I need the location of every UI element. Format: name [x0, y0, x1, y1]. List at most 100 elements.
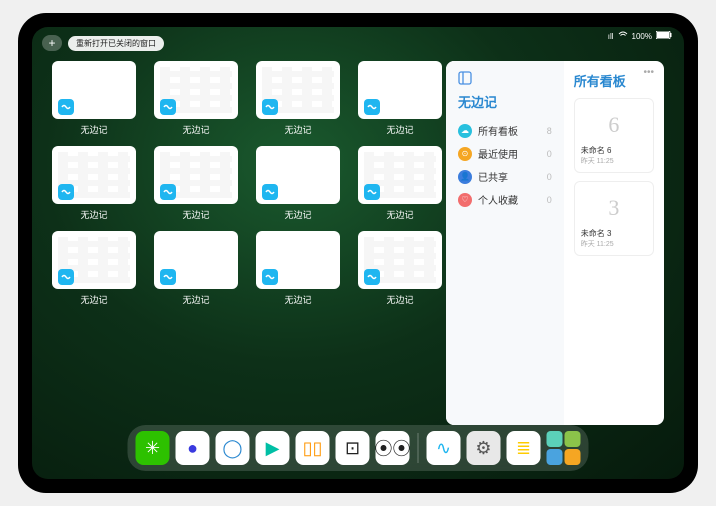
sidebar-item[interactable]: ♡个人收藏0: [458, 188, 552, 211]
window-thumb[interactable]: 无边记: [256, 61, 340, 136]
window-preview[interactable]: [154, 61, 238, 119]
dock-app-nodes[interactable]: ⦿⦿: [376, 431, 410, 465]
window-thumb[interactable]: 无边记: [256, 146, 340, 221]
board-name: 未命名 3: [581, 228, 647, 239]
dock-separator: [418, 433, 419, 463]
window-thumb[interactable]: 无边记: [358, 146, 442, 221]
board-card[interactable]: 6未命名 6昨天 11:25: [574, 98, 654, 173]
board-preview: 3: [581, 188, 647, 228]
window-thumb[interactable]: 无边记: [358, 61, 442, 136]
window-label: 无边记: [256, 208, 340, 221]
window-preview[interactable]: [256, 61, 340, 119]
sidebar-item-icon: 👤: [458, 170, 472, 184]
battery-text: 100%: [632, 32, 652, 41]
dock-app-quark[interactable]: ●: [176, 431, 210, 465]
wifi-icon: [618, 31, 628, 41]
window-label: 无边记: [358, 208, 442, 221]
freeform-app-icon: [364, 269, 380, 285]
reopen-closed-button[interactable]: 重新打开已关闭的窗口: [68, 36, 164, 51]
sidebar-item[interactable]: 👤已共享0: [458, 165, 552, 188]
dock-app-settings[interactable]: ⚙: [467, 431, 501, 465]
window-preview[interactable]: [52, 231, 136, 289]
dock-app-dice[interactable]: ⊡: [336, 431, 370, 465]
app-panel[interactable]: ••• 无边记 ☁︎所有看板8⊙最近使用0👤已共享0♡个人收藏0 所有看板 6未…: [446, 61, 664, 425]
window-thumb[interactable]: 无边记: [52, 146, 136, 221]
window-thumb[interactable]: 无边记: [52, 231, 136, 306]
window-preview[interactable]: [358, 146, 442, 204]
sidebar-item-count: 8: [547, 126, 552, 136]
panel-left: 无边记 ☁︎所有看板8⊙最近使用0👤已共享0♡个人收藏0: [446, 61, 564, 425]
window-label: 无边记: [154, 123, 238, 136]
dock-app-notes[interactable]: ≣: [507, 431, 541, 465]
window-preview[interactable]: [52, 61, 136, 119]
window-thumb[interactable]: 无边记: [154, 61, 238, 136]
boards-list: 6未命名 6昨天 11:253未命名 3昨天 11:25: [574, 98, 654, 256]
top-buttons: + 重新打开已关闭的窗口: [42, 35, 164, 51]
sidebar-item-label: 最近使用: [478, 146, 518, 161]
window-thumb[interactable]: 无边记: [52, 61, 136, 136]
board-preview: 6: [581, 105, 647, 145]
sidebar-item-icon: ⊙: [458, 147, 472, 161]
freeform-app-icon: [262, 184, 278, 200]
window-preview[interactable]: [358, 231, 442, 289]
window-label: 无边记: [256, 123, 340, 136]
board-date: 昨天 11:25: [581, 239, 647, 249]
dock-app-library[interactable]: [547, 431, 581, 465]
freeform-app-icon: [58, 99, 74, 115]
window-label: 无边记: [154, 293, 238, 306]
sidebar-item-icon: ♡: [458, 193, 472, 207]
window-label: 无边记: [358, 293, 442, 306]
sidebar-item-label: 所有看板: [478, 123, 518, 138]
window-preview[interactable]: [154, 231, 238, 289]
freeform-app-icon: [160, 184, 176, 200]
window-thumb[interactable]: 无边记: [154, 146, 238, 221]
window-preview[interactable]: [154, 146, 238, 204]
window-preview[interactable]: [358, 61, 442, 119]
freeform-app-icon: [58, 269, 74, 285]
window-label: 无边记: [154, 208, 238, 221]
freeform-app-icon: [262, 269, 278, 285]
sidebar-item[interactable]: ☁︎ 所有看板 8: [458, 119, 552, 142]
sidebar-item[interactable]: ⊙ 最近使用 0: [458, 142, 552, 165]
window-label: 无边记: [256, 293, 340, 306]
window-thumb[interactable]: 无边记: [358, 231, 442, 306]
freeform-app-icon: [160, 269, 176, 285]
window-preview[interactable]: [256, 146, 340, 204]
sidebar-item-label: 个人收藏: [478, 192, 518, 207]
window-thumb[interactable]: 无边记: [154, 231, 238, 306]
board-card[interactable]: 3未命名 3昨天 11:25: [574, 181, 654, 256]
panel-title-right: 所有看板: [574, 71, 654, 90]
window-label: 无边记: [52, 208, 136, 221]
window-thumb[interactable]: 无边记: [256, 231, 340, 306]
window-preview[interactable]: [256, 231, 340, 289]
board-date: 昨天 11:25: [581, 156, 647, 166]
sidebar-item-icon: ☁︎: [458, 124, 472, 138]
status-bar: ıll 100%: [608, 31, 672, 41]
content-area: 无边记无边记无边记无边记无边记无边记无边记无边记无边记无边记无边记无边记 •••…: [52, 61, 664, 425]
dock-app-freeform[interactable]: ∿: [427, 431, 461, 465]
screen: ıll 100% + 重新打开已关闭的窗口 无边记无边记无边记无边记无边记无边记…: [32, 27, 684, 479]
board-name: 未命名 6: [581, 145, 647, 156]
sidebar-item-count: 0: [547, 149, 552, 159]
dock-app-browser[interactable]: ◯: [216, 431, 250, 465]
freeform-panel-icon: [458, 71, 472, 88]
sidebar-list: ☁︎所有看板8⊙最近使用0👤已共享0♡个人收藏0: [458, 119, 552, 211]
battery-icon: [656, 31, 672, 41]
dock-app-wechat[interactable]: ✳︎: [136, 431, 170, 465]
window-label: 无边记: [358, 123, 442, 136]
window-preview[interactable]: [52, 146, 136, 204]
new-window-button[interactable]: +: [42, 35, 62, 51]
freeform-app-icon: [262, 99, 278, 115]
dock-app-books[interactable]: ▯▯: [296, 431, 330, 465]
dock-app-youku[interactable]: ▶: [256, 431, 290, 465]
window-label: 无边记: [52, 293, 136, 306]
more-icon[interactable]: •••: [643, 67, 654, 78]
freeform-app-icon: [364, 184, 380, 200]
window-label: 无边记: [52, 123, 136, 136]
sidebar-item-label: 已共享: [478, 169, 508, 184]
window-grid: 无边记无边记无边记无边记无边记无边记无边记无边记无边记无边记无边记无边记: [52, 61, 422, 425]
dock: ✳︎●◯▶▯▯⊡⦿⦿ ∿⚙≣: [128, 425, 589, 471]
panel-right: 所有看板 6未命名 6昨天 11:253未命名 3昨天 11:25: [564, 61, 664, 425]
freeform-app-icon: [364, 99, 380, 115]
freeform-app-icon: [58, 184, 74, 200]
